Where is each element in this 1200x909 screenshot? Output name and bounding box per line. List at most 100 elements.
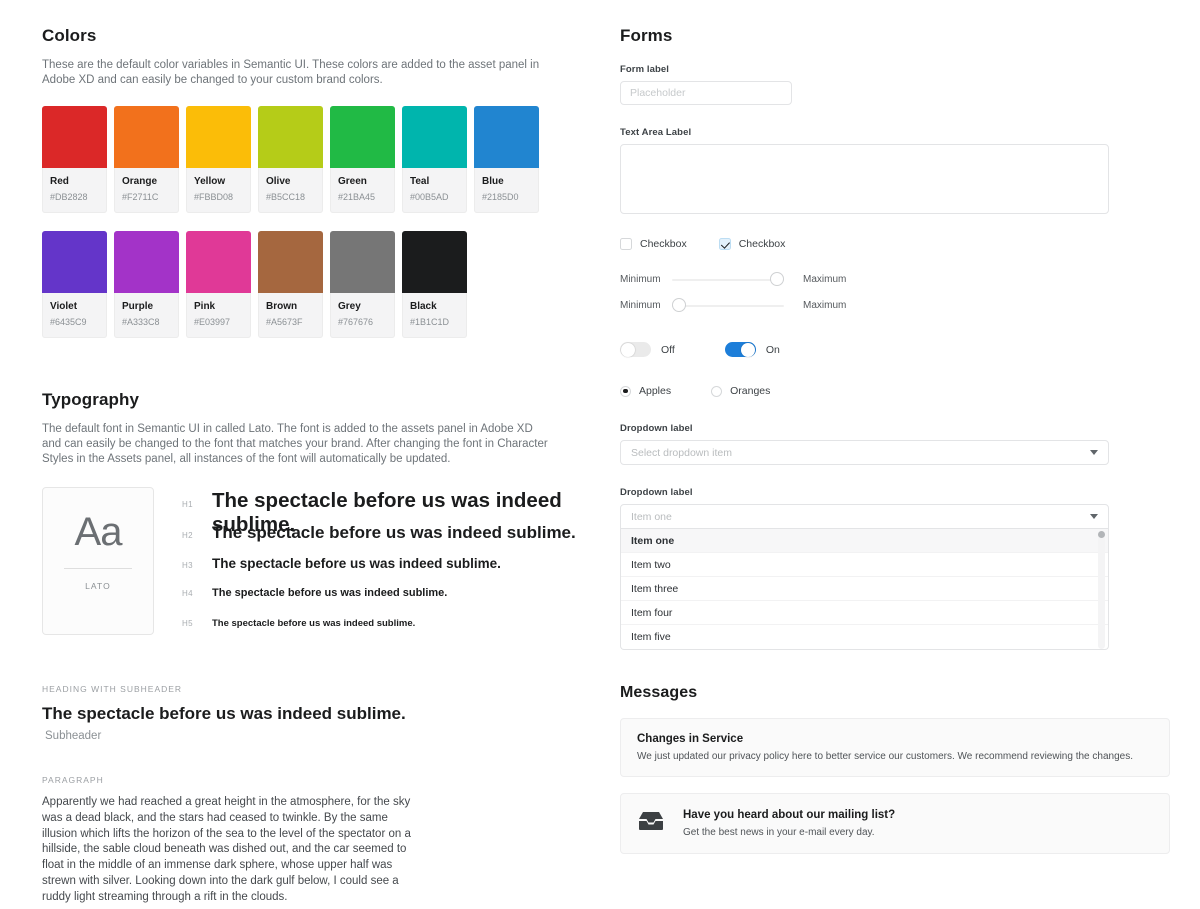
message-text-block: Changes in Service We just updated our pr…: [637, 732, 1133, 763]
color-name: Purple: [122, 301, 154, 312]
color-hex: #E03997: [194, 317, 231, 327]
color-hex: #DB2828: [50, 192, 88, 202]
checkbox-box check-icon[interactable]: [718, 238, 731, 250]
color-swatch-teal[interactable]: Teal #00B5AD: [402, 106, 467, 213]
toggle-off[interactable]: Off: [620, 342, 675, 357]
radio-label: Apples: [639, 385, 672, 397]
color-chip: [402, 106, 467, 168]
color-hex: #1B1C1D: [410, 317, 450, 327]
color-swatch-blue[interactable]: Blue #2185D0: [474, 106, 539, 213]
heading-subheader-text: Subheader: [45, 730, 102, 742]
radio-oranges[interactable]: Oranges: [711, 385, 770, 397]
chevron-down-icon: [1090, 514, 1098, 519]
radio-row: Apples Oranges: [620, 385, 1170, 397]
dropdown-open-trigger[interactable]: Item one: [620, 504, 1109, 529]
color-swatch-meta: Green #21BA45: [330, 168, 395, 213]
color-hex: #767676: [338, 317, 374, 327]
chevron-down-icon: [1090, 450, 1098, 455]
heading-sample-row-h2: H2 The spectacle before us was indeed sub…: [182, 523, 582, 556]
color-swatch-red[interactable]: Red #DB2828: [42, 106, 107, 213]
color-chip: [186, 231, 251, 293]
color-swatch-row-1: Red #DB2828 Orange #F2711C Yellow #FBBD08 Oliv…: [42, 106, 582, 213]
messages-section-title: Messages: [620, 684, 698, 701]
color-swatch-meta: Violet #6435C9: [42, 293, 107, 338]
message-text-block: Have you heard about our mailing list? Ge…: [683, 808, 895, 839]
dropdown-item[interactable]: Item three: [621, 577, 1108, 601]
radio-label: Oranges: [730, 385, 771, 397]
heading-sample-row-h4: H4 The spectacle before us was indeed sub…: [182, 587, 582, 618]
color-swatch-olive[interactable]: Olive #B5CC18: [258, 106, 323, 213]
heading-sample-row-h3: H3 The spectacle before us was indeed sub…: [182, 556, 582, 587]
radio-dot[interactable]: [711, 385, 723, 397]
slider-row-2: Minimum Maximum: [620, 298, 1170, 312]
color-swatch-grey[interactable]: Grey #767676: [330, 231, 395, 338]
form-text-input[interactable]: Placeholder: [620, 81, 792, 105]
color-swatch-brown[interactable]: Brown #A5673F: [258, 231, 323, 338]
heading-sample-text: The spectacle before us was indeed subli…: [212, 618, 416, 629]
toggle-switch[interactable]: [724, 342, 756, 357]
textarea-field-label: Text Area Label: [620, 127, 692, 138]
color-chip: [186, 106, 251, 168]
heading-tag-label: H2: [182, 531, 193, 540]
color-name: Red: [50, 176, 69, 187]
paragraph-body: Apparently we had reached a great height…: [42, 796, 411, 903]
inbox-icon: [637, 810, 665, 837]
font-specimen-glyph: Aa: [74, 510, 123, 554]
color-hex: #A333C8: [122, 317, 160, 327]
color-swatch-pink[interactable]: Pink #E03997: [186, 231, 251, 338]
toggle-on[interactable]: On: [724, 342, 780, 357]
radio-dot[interactable]: [620, 385, 631, 397]
dropdown-open-group: Dropdown label Item one Item one Item two…: [620, 487, 1170, 650]
color-swatch-black[interactable]: Black #1B1C1D: [402, 231, 467, 338]
color-swatch-orange[interactable]: Orange #F2711C: [114, 106, 179, 213]
textarea-input[interactable]: [620, 144, 1109, 214]
color-swatch-violet[interactable]: Violet #6435C9: [42, 231, 107, 338]
form-field-label: Form label: [620, 64, 670, 75]
heading-tag-label: H5: [182, 619, 193, 628]
color-chip: [402, 231, 467, 293]
color-name: Orange: [122, 176, 158, 187]
color-swatch-meta: Red #DB2828: [42, 168, 107, 213]
font-card-divider: [64, 568, 132, 569]
color-name: Yellow: [194, 176, 226, 187]
dropdown-scrollbar[interactable]: [1098, 531, 1105, 649]
color-swatch-yellow[interactable]: Yellow #FBBD08: [186, 106, 251, 213]
checkbox-box[interactable]: [620, 238, 632, 250]
message-body: Get the best news in your e-mail every d…: [683, 827, 875, 838]
color-chip: [42, 106, 107, 168]
heading-sample-list: H1 The spectacle before us was indeed sub…: [182, 487, 582, 644]
color-name: Teal: [410, 176, 430, 187]
color-swatch-meta: Brown #A5673F: [258, 293, 323, 338]
color-hex: #21BA45: [338, 192, 376, 202]
slider-track-area[interactable]: [672, 272, 784, 286]
slider-track-area[interactable]: [672, 298, 784, 312]
radio-apples[interactable]: Apples: [620, 385, 671, 397]
checkbox-unchecked[interactable]: Checkbox: [620, 238, 687, 250]
dropdown-closed[interactable]: Select dropdown item: [620, 440, 1109, 465]
color-name: Violet: [50, 301, 78, 312]
dropdown-scrollbar-thumb[interactable]: [1098, 531, 1105, 538]
dropdown-item[interactable]: Item four: [621, 601, 1108, 625]
color-swatch-meta: Grey #767676: [330, 293, 395, 338]
heading-sample-row-h5: H5 The spectacle before us was indeed sub…: [182, 618, 582, 644]
heading-sample-text: The spectacle before us was indeed subli…: [212, 523, 576, 542]
color-name: Blue: [482, 176, 504, 187]
color-chip: [258, 106, 323, 168]
color-swatch-green[interactable]: Green #21BA45: [330, 106, 395, 213]
dropdown-closed-label: Dropdown label: [620, 423, 693, 434]
toggle-label: Off: [661, 343, 675, 356]
heading-sample-text: The spectacle before us was indeed subli…: [212, 556, 501, 571]
dropdown-item[interactable]: Item five: [621, 625, 1108, 649]
slider-handle[interactable]: [770, 272, 784, 286]
forms-section-title: Forms: [620, 26, 673, 45]
checkbox-checked[interactable]: Checkbox: [718, 238, 785, 250]
color-swatch-meta: Olive #B5CC18: [258, 168, 323, 213]
inbox-icon-svg: [639, 812, 663, 830]
dropdown-item[interactable]: Item one: [621, 529, 1108, 553]
colors-section-description: These are the default color variables in…: [42, 59, 540, 86]
slider-max-label: Maximum: [803, 273, 847, 285]
dropdown-item[interactable]: Item two: [621, 553, 1108, 577]
color-swatch-purple[interactable]: Purple #A333C8: [114, 231, 179, 338]
toggle-switch[interactable]: [620, 342, 651, 357]
slider-handle[interactable]: [672, 298, 686, 312]
